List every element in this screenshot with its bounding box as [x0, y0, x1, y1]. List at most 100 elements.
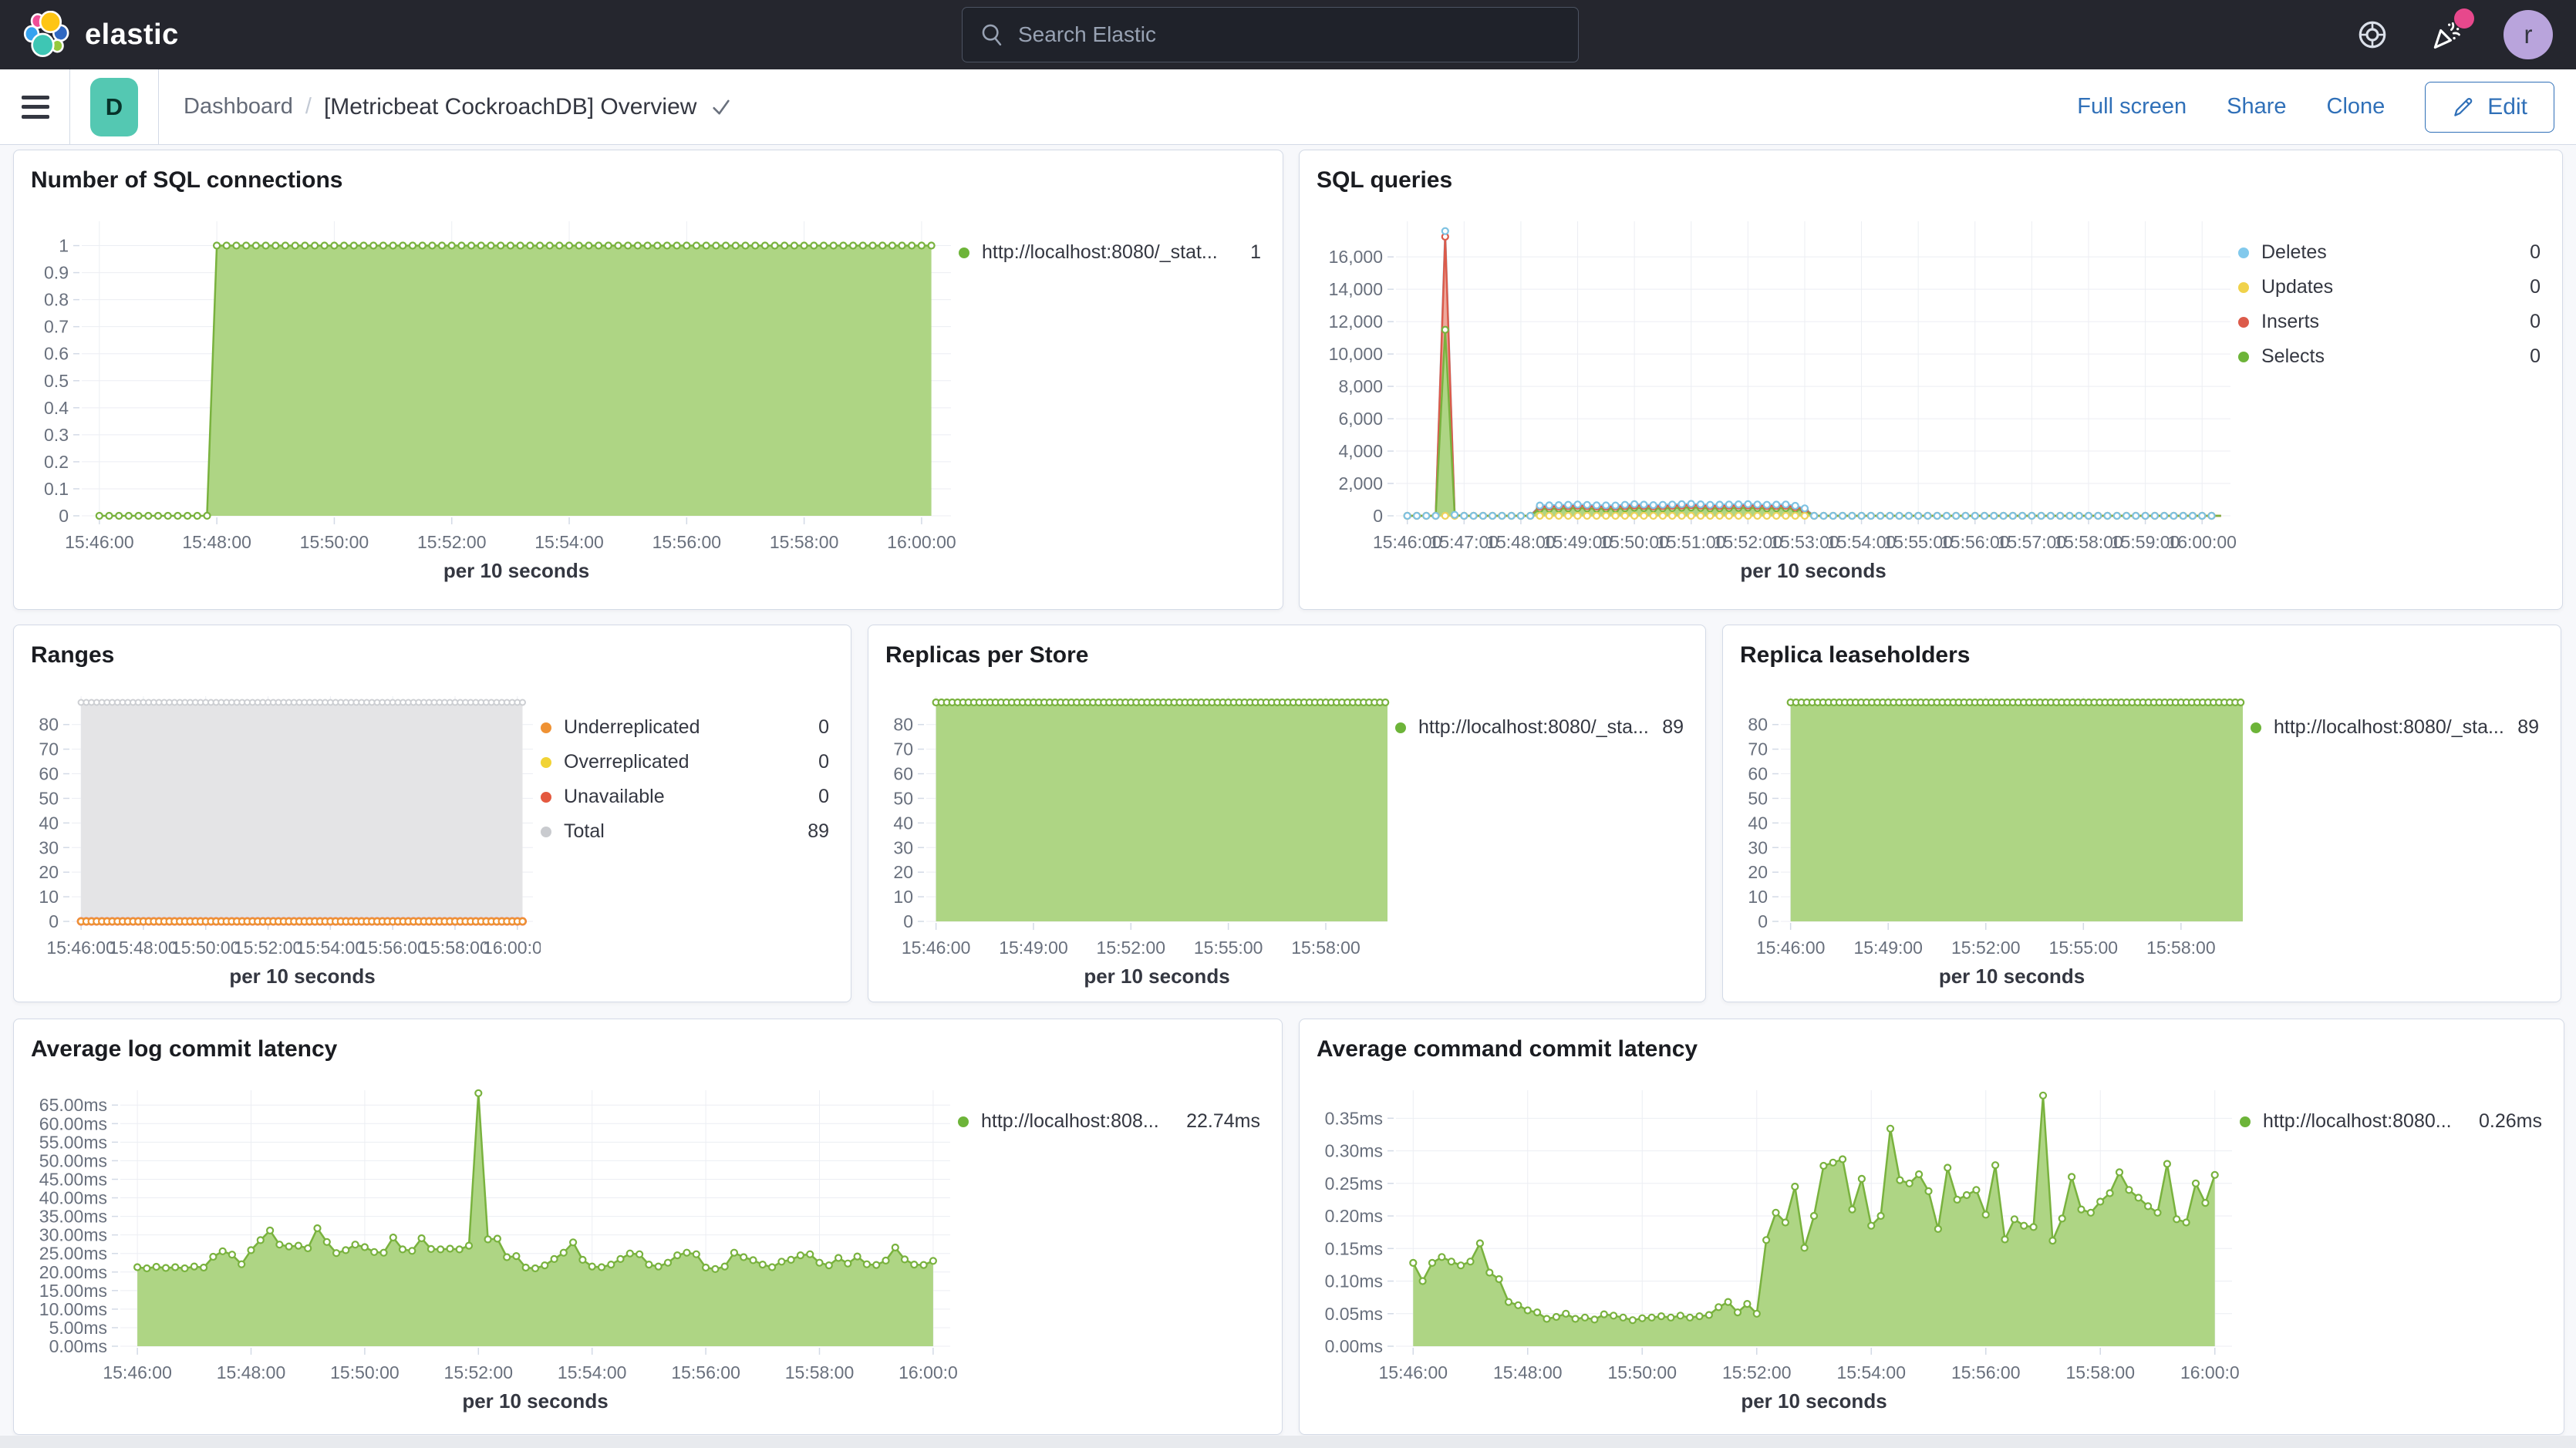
svg-text:15:58:00: 15:58:00 [1291, 938, 1360, 958]
legend-label: http://localhost:8080/_sta... [1418, 716, 1650, 739]
breadcrumb-dashboard-link[interactable]: Dashboard [184, 94, 293, 120]
svg-text:15:49:00: 15:49:00 [999, 938, 1068, 958]
svg-text:12,000: 12,000 [1329, 311, 1383, 332]
svg-text:15:58:00: 15:58:00 [770, 532, 839, 552]
top-header: elastic Search Elastic r [0, 0, 2576, 69]
breadcrumb-separator: / [305, 94, 312, 120]
title-check-icon[interactable] [710, 96, 732, 118]
legend-item[interactable]: Unavailable0 [541, 780, 829, 814]
chart-sql-queries[interactable]: 15:46:0015:47:0015:48:0015:49:0015:50:00… [1315, 215, 2238, 585]
legend-item[interactable]: http://localhost:808...22.74ms [958, 1104, 1260, 1139]
panel-average-log-commit-latency: Average log commit latency 15:46:0015:48… [13, 1019, 1283, 1435]
svg-text:15:55:00: 15:55:00 [2049, 938, 2119, 958]
chart-command-commit-latency[interactable]: 15:46:0015:48:0015:50:0015:52:0015:54:00… [1315, 1084, 2240, 1416]
svg-text:0.5: 0.5 [44, 371, 69, 391]
dashboard-app-badge[interactable]: D [90, 78, 138, 136]
legend-value: 0.26ms [2479, 1110, 2542, 1133]
legend-label: Inserts [2261, 311, 2517, 333]
user-avatar[interactable]: r [2504, 10, 2553, 59]
svg-text:15:56:00: 15:56:00 [671, 1362, 740, 1382]
svg-text:16:00:00: 16:00:00 [2180, 1362, 2240, 1382]
breadcrumb: Dashboard / [Metricbeat CockroachDB] Ove… [184, 94, 732, 120]
svg-text:15:48:00: 15:48:00 [109, 938, 178, 958]
clone-button[interactable]: Clone [2327, 94, 2385, 120]
svg-text:15:54:00: 15:54:00 [1836, 1362, 1906, 1382]
svg-text:0.9: 0.9 [44, 263, 69, 283]
legend-label: http://localhost:8080... [2263, 1110, 2466, 1133]
chart-replicas-per-store[interactable]: 15:46:0015:49:0015:52:0015:55:0015:58:00… [884, 690, 1395, 991]
share-button[interactable]: Share [2227, 94, 2286, 120]
legend-item[interactable]: Inserts0 [2238, 305, 2541, 339]
svg-text:15:55:00: 15:55:00 [1194, 938, 1263, 958]
svg-text:15:46:00: 15:46:00 [1756, 938, 1826, 958]
legend-label: Updates [2261, 276, 2517, 298]
legend-value: 0 [2530, 276, 2541, 298]
legend-dot-icon [541, 722, 551, 733]
edit-button-label: Edit [2487, 94, 2527, 120]
panel-ranges: Ranges 15:46:0015:48:0015:50:0015:52:001… [13, 625, 851, 1002]
notification-dot [2454, 8, 2474, 29]
svg-text:60: 60 [893, 764, 913, 784]
legend-item[interactable]: Updates 0 [2238, 270, 2541, 305]
legend-value: 1 [1250, 241, 1261, 264]
svg-text:15:50:00: 15:50:00 [330, 1362, 400, 1382]
svg-text:15:46:00: 15:46:00 [46, 938, 116, 958]
svg-text:50: 50 [893, 788, 913, 808]
legend-dot-icon [2238, 352, 2249, 362]
svg-text:0.3: 0.3 [44, 425, 69, 445]
elastic-brand[interactable]: elastic [23, 11, 179, 59]
legend-item[interactable]: http://localhost:8080/_sta...89 [2251, 710, 2539, 745]
legend-item[interactable]: Total89 [541, 814, 829, 849]
panel-title: Replica leaseholders [1740, 642, 2545, 668]
legend-dot-icon [2251, 722, 2261, 733]
svg-text:20.00ms: 20.00ms [39, 1262, 107, 1282]
legend-item[interactable]: Overreplicated0 [541, 745, 829, 780]
svg-text:8,000: 8,000 [1338, 376, 1383, 396]
legend-item[interactable]: Underreplicated0 [541, 710, 829, 745]
help-button[interactable] [2355, 18, 2389, 52]
legend-item[interactable]: http://localhost:8080/_sta...89 [1395, 710, 1684, 745]
panel-sql-queries: SQL queries 15:46:0015:47:0015:48:0015:4… [1299, 150, 2563, 610]
chart-replica-leaseholders[interactable]: 15:46:0015:49:0015:52:0015:55:0015:58:00… [1738, 690, 2251, 991]
svg-text:30: 30 [1748, 837, 1768, 857]
svg-text:45.00ms: 45.00ms [39, 1169, 107, 1189]
legend-item[interactable]: http://localhost:8080/_stat...1 [959, 235, 1261, 270]
legend-item[interactable]: http://localhost:8080... 0.26ms [2240, 1104, 2542, 1139]
svg-text:per 10 seconds: per 10 seconds [229, 965, 375, 988]
chart-ranges[interactable]: 15:46:0015:48:0015:50:0015:52:0015:54:00… [29, 690, 541, 991]
svg-text:60: 60 [1748, 764, 1768, 784]
menu-button[interactable] [22, 96, 49, 119]
svg-text:15:54:00: 15:54:00 [558, 1362, 627, 1382]
svg-text:65.00ms: 65.00ms [39, 1095, 107, 1115]
legend-item[interactable]: Selects0 [2238, 339, 2541, 374]
svg-text:40: 40 [1748, 813, 1768, 833]
svg-text:20: 20 [1748, 862, 1768, 882]
chart-legend: http://localhost:808...22.74ms [958, 1084, 1266, 1416]
legend-item[interactable]: Deletes0 [2238, 235, 2541, 270]
svg-text:15:48:00: 15:48:00 [1493, 1362, 1563, 1382]
svg-text:30.00ms: 30.00ms [39, 1225, 107, 1245]
svg-text:0.4: 0.4 [44, 398, 69, 418]
global-search-input[interactable]: Search Elastic [962, 7, 1579, 62]
legend-value: 89 [808, 820, 829, 843]
panel-replicas-per-store: Replicas per Store 15:46:0015:49:0015:52… [868, 625, 1706, 1002]
panel-title: Replicas per Store [885, 642, 1690, 668]
edit-button[interactable]: Edit [2425, 82, 2554, 133]
svg-text:15:58:00: 15:58:00 [785, 1362, 855, 1382]
horizontal-scrollbar[interactable] [0, 1436, 2576, 1448]
toolbar-divider [158, 69, 159, 145]
full-screen-button[interactable]: Full screen [2077, 94, 2187, 120]
svg-text:0.2: 0.2 [44, 452, 69, 472]
svg-text:30: 30 [893, 837, 913, 857]
svg-text:50: 50 [1748, 788, 1768, 808]
newsfeed-button[interactable] [2429, 18, 2463, 52]
legend-label: Deletes [2261, 241, 2517, 264]
svg-text:per 10 seconds: per 10 seconds [462, 1389, 608, 1413]
svg-text:0.00ms: 0.00ms [1325, 1336, 1383, 1356]
panel-replica-leaseholders: Replica leaseholders 15:46:0015:49:0015:… [1722, 625, 2561, 1002]
chart-legend: Deletes0 Updates 0 Inserts0Selects0 [2238, 215, 2547, 585]
chart-log-commit-latency[interactable]: 15:46:0015:48:0015:50:0015:52:0015:54:00… [29, 1084, 958, 1416]
svg-text:0: 0 [1758, 911, 1768, 931]
chart-sql-connections[interactable]: 15:46:0015:48:0015:50:0015:52:0015:54:00… [29, 215, 959, 585]
svg-text:per 10 seconds: per 10 seconds [1939, 965, 2085, 988]
